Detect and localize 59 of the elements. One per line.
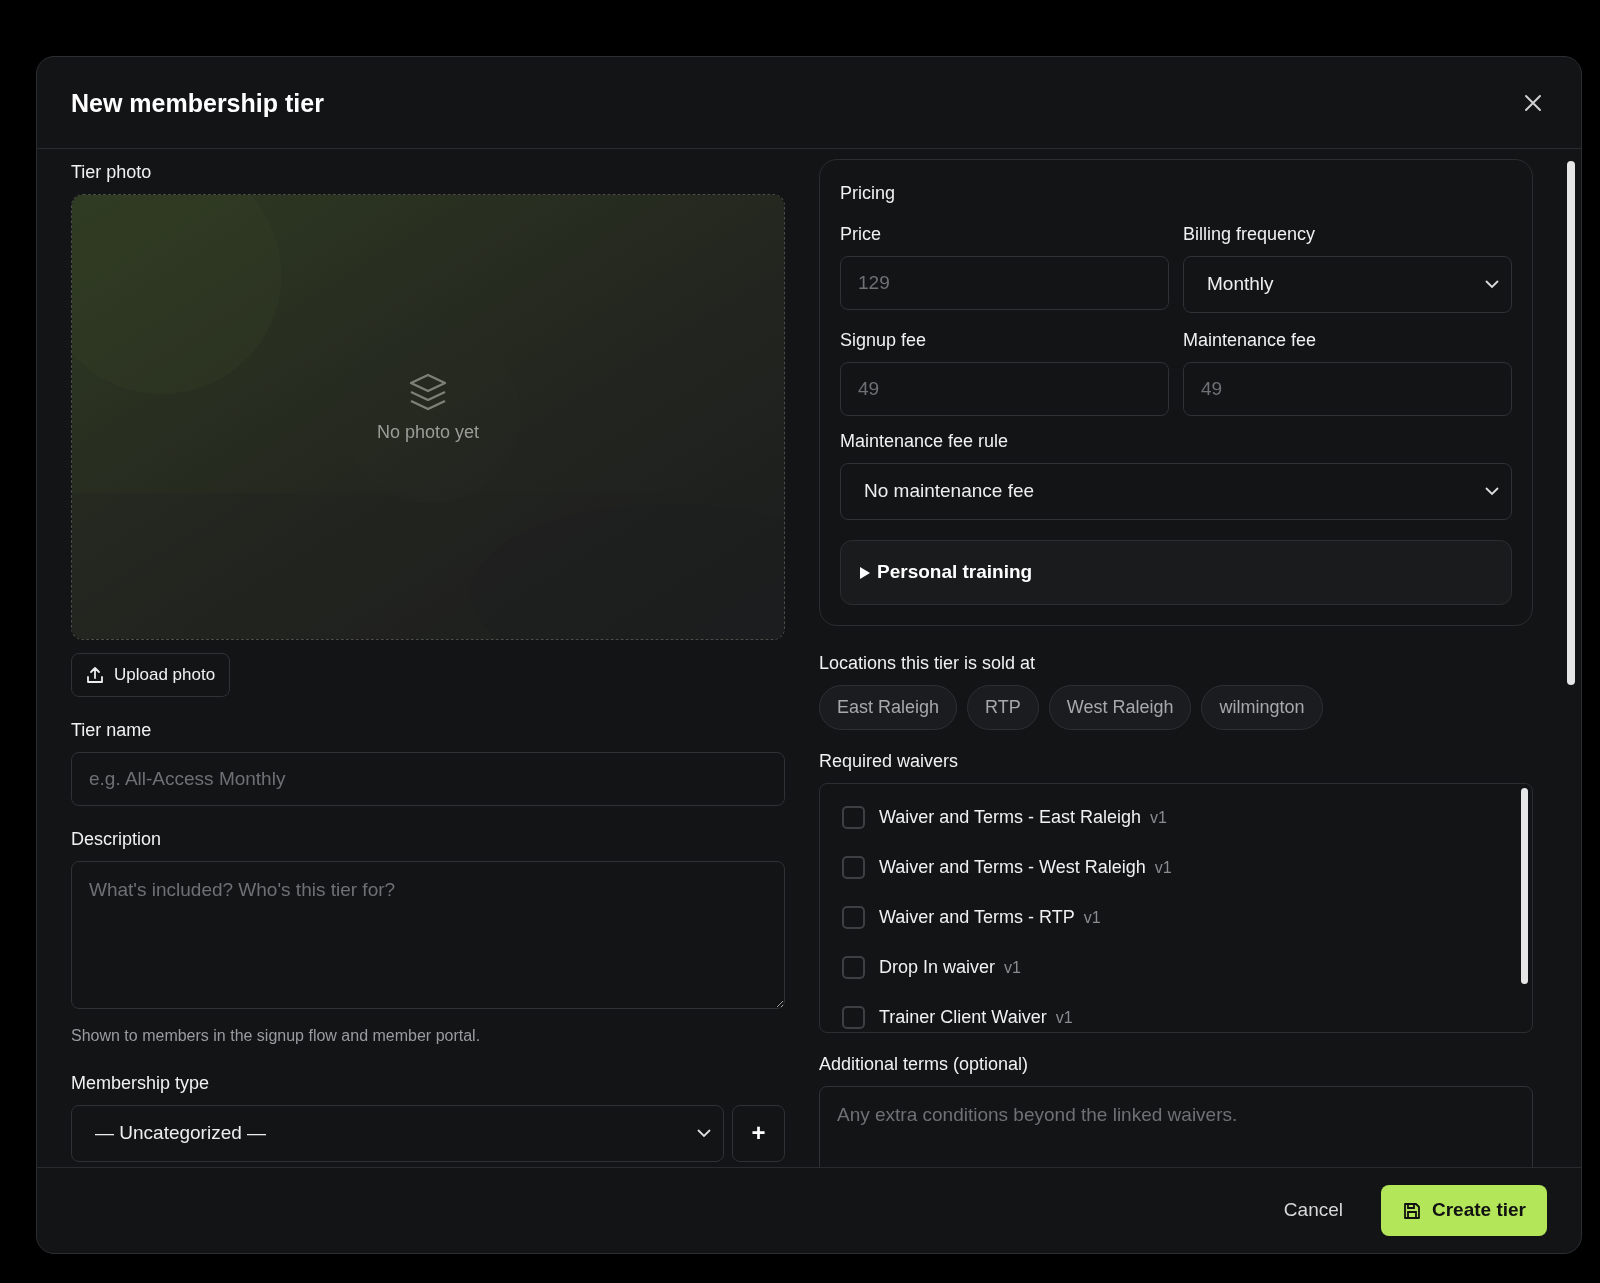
version-text: v1 [1154,857,1172,878]
field-label: Membership type [71,1071,211,1095]
input-field[interactable]: e.g. All-Access Monthly [71,751,785,806]
section-title: Pricing [840,182,897,205]
select-field[interactable]: No maintenance fee [840,463,1512,520]
checkbox[interactable] [842,905,865,929]
personal-training-toggle[interactable]: Personal training [840,540,1512,605]
input-field[interactable]: 129 [840,256,1169,310]
create-button[interactable]: Create tier [1381,1185,1547,1236]
field-label: Description [71,827,163,851]
help-text: Shown to members in the signup flow and member portal. [71,1025,482,1046]
location-chip[interactable]: East Raleigh [819,685,958,730]
field-label: Signup fee [840,329,928,352]
version-text: v1 [1083,907,1101,928]
field-label: Additional terms (optional) [819,1053,1030,1076]
textarea-field[interactable]: Any extra conditions beyond the linked waivers. [819,1086,1533,1167]
chevron-down-icon [697,1128,711,1138]
add-button[interactable]: + [732,1104,785,1162]
field-label: Tier photo [71,161,153,184]
field-label: Required waivers [819,750,960,773]
textarea-field[interactable]: What's included? Who's this tier for? [71,860,785,1009]
layers-icon [408,373,448,411]
version-text: v1 [1055,1007,1073,1028]
location-chip[interactable]: West Raleigh [1048,685,1192,730]
triangle-right-icon [859,566,871,579]
waiver-name: Waiver and Terms - West Raleigh [879,855,1146,879]
dialog-title: New membership tier [71,87,324,118]
checkbox[interactable] [842,955,865,979]
chevron-down-icon [1485,280,1499,289]
empty-photo-text: No photo yet [376,421,480,444]
field-label: Price [840,223,882,246]
input-field[interactable]: 49 [840,362,1169,416]
scrollbar[interactable] [1567,161,1575,685]
select-field[interactable]: Monthly [1183,256,1512,313]
checkbox[interactable] [842,855,865,879]
waiver-name: Waiver and Terms - RTP [879,905,1075,929]
chevron-down-icon [1485,487,1499,496]
checkbox[interactable] [842,1005,865,1029]
upload-icon [86,665,104,684]
input-field[interactable]: 49 [1183,362,1512,416]
waiver-name: Drop In waiver [879,955,996,979]
field-label: Locations this tier is sold at [819,652,1037,675]
checkbox[interactable] [842,805,865,829]
save-icon [1402,1200,1422,1221]
field-label: Maintenance fee [1183,329,1318,352]
waiver-name: Trainer Client Waiver [879,1005,1047,1029]
select-field[interactable]: — Uncategorized — [71,1104,724,1162]
location-chip[interactable]: RTP [967,685,1039,730]
scrollbar[interactable] [1521,788,1528,984]
version-text: v1 [1004,957,1021,978]
cancel-button[interactable]: Cancel [1277,1195,1349,1226]
field-label: Billing frequency [1183,223,1317,246]
upload-button[interactable]: Upload photo [71,653,231,697]
version-text: v1 [1150,807,1167,828]
close-icon [1523,92,1543,113]
field-label: Maintenance fee rule [840,430,1010,453]
waiver-name: Waiver and Terms - East Raleigh [879,805,1142,829]
field-label: Tier name [71,718,153,742]
location-chip[interactable]: wilmington [1201,685,1323,730]
